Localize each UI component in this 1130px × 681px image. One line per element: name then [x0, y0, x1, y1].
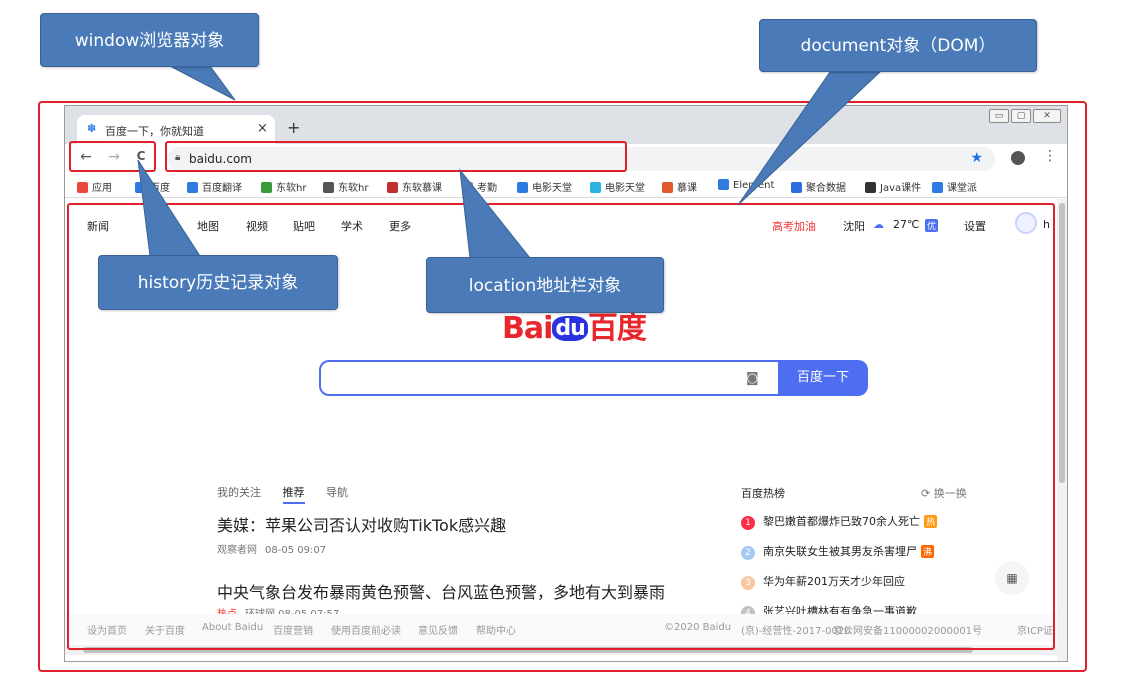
bookmark-item[interactable]: 课堂派 [932, 179, 977, 194]
bookmark-label: 百度翻译 [202, 183, 242, 194]
bookmark-icon [462, 182, 473, 193]
bookmark-item[interactable]: 聚合数据 [791, 179, 846, 194]
location-highlight [165, 141, 627, 172]
bookmark-icon [387, 182, 398, 193]
bookmark-icon [261, 182, 272, 193]
bookmark-label: 东软hr [338, 183, 369, 194]
close-window-button[interactable]: ✕ [1033, 109, 1061, 123]
bookmark-icon [662, 182, 673, 193]
profile-icon[interactable] [1011, 151, 1025, 165]
history-highlight [69, 141, 156, 172]
bookmark-item[interactable]: 应用 [77, 179, 112, 194]
bookmark-item[interactable]: 百度 [135, 179, 170, 194]
tab-close-icon[interactable]: × [257, 121, 268, 136]
bookmark-icon [718, 179, 729, 190]
vertical-scrollbar[interactable] [1057, 199, 1067, 661]
bookmark-item[interactable]: 百度翻译 [187, 179, 242, 194]
title-bar: ✽ 百度一下，你就知道 × + ▭ ▢ ✕ [65, 106, 1067, 144]
bookmark-icon [791, 182, 802, 193]
tab-baidu[interactable]: ✽ 百度一下，你就知道 × [77, 115, 275, 144]
bookmark-item[interactable]: 东软hr [323, 179, 368, 194]
bookmark-label: 应用 [92, 183, 112, 194]
bookmark-icon [187, 182, 198, 193]
document-callout: document对象（DOM） [759, 19, 1037, 72]
minimize-button[interactable]: ▭ [989, 109, 1009, 123]
bookmark-label: 考勤 [477, 183, 497, 194]
bookmark-item[interactable]: Element [718, 179, 774, 191]
bookmark-label: 电影天堂 [532, 183, 572, 194]
bookmark-icon [517, 182, 528, 193]
bookmark-label: 课堂派 [947, 183, 977, 194]
new-tab-button[interactable]: + [287, 118, 300, 137]
bookmark-item[interactable]: 电影天堂 [590, 179, 645, 194]
bookmark-icon [135, 182, 146, 193]
vertical-scroll-thumb[interactable] [1059, 203, 1065, 483]
bookmark-icon [932, 182, 943, 193]
bookmark-icon [323, 182, 334, 193]
bookmark-item[interactable]: 电影天堂 [517, 179, 572, 194]
bookmark-item[interactable]: 慕课 [662, 179, 697, 194]
bookmark-icon [590, 182, 601, 193]
bookmark-label: 电影天堂 [605, 183, 645, 194]
bookmark-label: 慕课 [677, 183, 697, 194]
bookmark-item[interactable]: Java课件 [865, 179, 921, 194]
baidu-paw-icon: ✽ [87, 122, 97, 135]
bookmark-item[interactable]: 东软hr [261, 179, 306, 194]
bookmark-label: 东软hr [276, 183, 307, 194]
bookmark-label: 东软慕课 [402, 183, 442, 194]
bookmarks-bar: 应用 百度 百度翻译 东软hr 东软hr 东软慕课 考勤 电影天堂 电影天堂 慕课 Element 聚… [65, 172, 1067, 198]
bookmark-icon [865, 182, 876, 193]
bookmark-label: Element [733, 180, 775, 191]
bookmark-item[interactable]: 东软慕课 [387, 179, 442, 194]
bookmark-icon [77, 182, 88, 193]
history-callout: history历史记录对象 [98, 255, 338, 310]
bookmark-star-icon[interactable]: ★ [970, 150, 983, 166]
bookmark-label: Java课件 [880, 183, 922, 194]
maximize-button[interactable]: ▢ [1011, 109, 1031, 123]
location-callout: location地址栏对象 [426, 257, 664, 313]
window-callout: window浏览器对象 [40, 13, 259, 67]
menu-icon[interactable]: ⋮ [1043, 148, 1057, 164]
bookmark-label: 百度 [150, 183, 170, 194]
window-controls: ▭ ▢ ✕ [989, 109, 1061, 123]
bookmark-item[interactable]: 考勤 [462, 179, 497, 194]
bookmark-label: 聚合数据 [806, 183, 846, 194]
tab-title: 百度一下，你就知道 [105, 125, 204, 138]
